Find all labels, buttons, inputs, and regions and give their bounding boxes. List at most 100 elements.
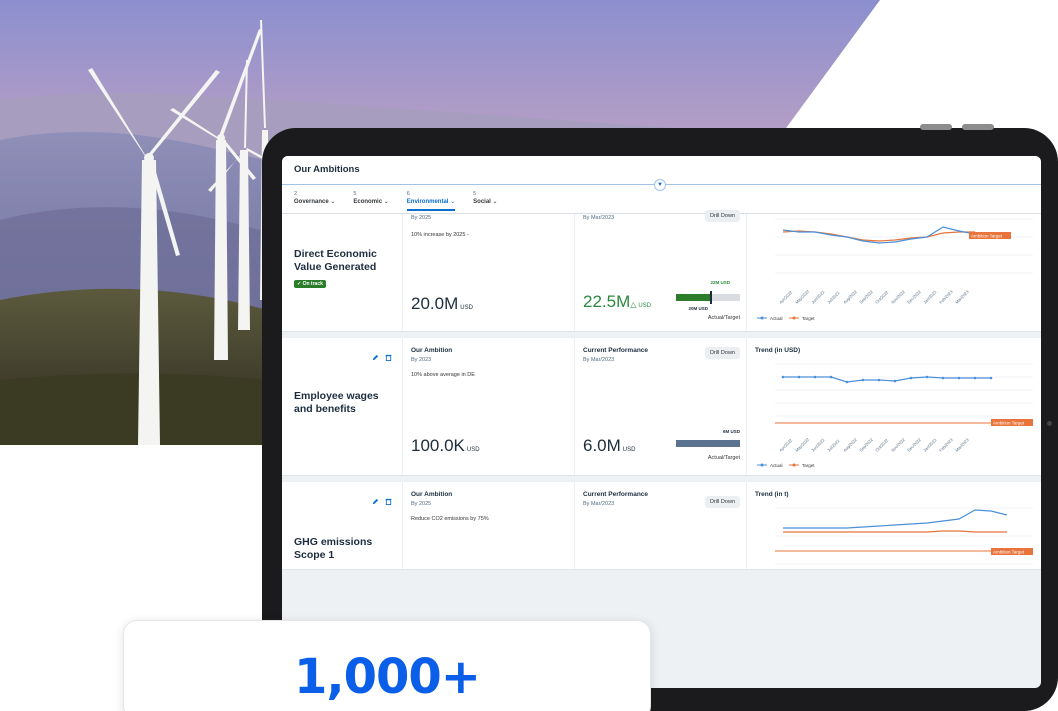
status-label: On track — [302, 281, 323, 287]
svg-text:Oct/2022: Oct/2022 — [874, 437, 890, 453]
tab-count: 5 — [353, 191, 357, 197]
delete-icon[interactable] — [385, 348, 392, 361]
svg-text:Apr/2022: Apr/2022 — [778, 289, 794, 305]
svg-text:Dec/2022: Dec/2022 — [906, 289, 922, 305]
current-number: 22.5M — [583, 292, 631, 311]
bar-actual-label: 22M USD — [710, 280, 730, 285]
trend-chart: Ambition Target Apr/2022 May/2022 Jun/20… — [757, 218, 1033, 321]
svg-text:Sep/2022: Sep/2022 — [858, 289, 874, 305]
app-screen: Our Ambitions ▼ 2 Governance ⌄ 5 Economi… — [282, 156, 1041, 688]
ambition-deadline: By 2025 — [411, 501, 432, 507]
ambition-target-label: Ambition Target — [993, 421, 1025, 426]
bar-footer: Actual/Target — [707, 315, 740, 321]
progress-bar — [676, 440, 740, 447]
svg-text:Jan/2023: Jan/2023 — [922, 289, 938, 305]
chevron-down-icon: ⌄ — [492, 199, 498, 205]
svg-text:May/2022: May/2022 — [794, 436, 811, 453]
kpi-name-column: Direct Economic Value Generated ✓ On tra… — [282, 214, 402, 331]
bar-target-label: 20M USD — [688, 306, 708, 311]
svg-text:Mar/2023: Mar/2023 — [954, 437, 970, 453]
ambition-deadline: By 2025 — [411, 215, 432, 221]
ambition-target-label: Ambition Target — [971, 234, 1003, 239]
legend-target: Target — [802, 463, 815, 468]
ambition-column: By 2025 10% increase by 2025 - 20.0M USD — [402, 214, 574, 331]
y-grid — [775, 218, 1033, 274]
trend-column: Trend (in t) Ambition Target — [746, 482, 1041, 569]
edit-icon[interactable] — [372, 348, 379, 361]
edit-icon[interactable] — [372, 492, 379, 505]
svg-text:Nov/2022: Nov/2022 — [890, 437, 906, 453]
svg-text:May/2022: May/2022 — [794, 288, 811, 305]
current-number: 6.0M — [583, 436, 621, 455]
svg-text:Oct/2022: Oct/2022 — [874, 289, 890, 305]
current-performance-column: Current Performance By Mar/2023 Drill Do… — [574, 338, 746, 475]
tab-label: Environmental — [406, 199, 449, 205]
svg-text:Mar/2023: Mar/2023 — [954, 289, 970, 305]
tab-social[interactable]: 5 Social ⌄ — [473, 191, 497, 211]
kpi-name-column: GHG emissions Scope 1 — [282, 482, 402, 569]
drill-down-button[interactable]: Drill Down — [704, 496, 740, 508]
ambition-column: Our Ambition By 2025 Reduce CO2 emission… — [402, 482, 574, 569]
ambition-number: 20.0M — [411, 294, 459, 313]
app-header: Our Ambitions ▼ 2 Governance ⌄ 5 Economi… — [282, 156, 1041, 214]
target-series-line — [783, 530, 1007, 533]
current-value: 22.5M△ USD — [583, 292, 651, 312]
category-tabs: 2 Governance ⌄ 5 Economic ⌄ 6 Environmen… — [294, 191, 498, 211]
kpi-card-employee-wages: Employee wages and benefits Our Ambition… — [282, 338, 1041, 476]
tab-label: Economic — [353, 199, 383, 205]
svg-text:Feb/2023: Feb/2023 — [938, 437, 954, 453]
ambition-description: 10% above average in DE — [411, 372, 475, 378]
current-unit: USD — [622, 447, 636, 453]
current-performance-column: Current Performance By Mar/2023 Drill Do… — [574, 482, 746, 569]
svg-text:Feb/2023: Feb/2023 — [938, 289, 954, 305]
trend-chart: Ambition Target — [775, 507, 1033, 565]
tab-label: Governance — [294, 199, 329, 205]
current-deadline: By Mar/2023 — [583, 357, 615, 363]
legend-target: Target — [802, 316, 815, 321]
tab-count: 5 — [473, 191, 477, 197]
y-grid — [775, 507, 1033, 565]
ambition-number: 100.0K — [411, 436, 465, 455]
page-title: Our Ambitions — [294, 164, 360, 175]
svg-text:Nov/2022: Nov/2022 — [890, 289, 906, 305]
bar-footer: Actual/Target — [707, 455, 740, 461]
current-deadline: By Mar/2023 — [583, 215, 615, 221]
ambition-value: 100.0K USD — [411, 436, 480, 456]
svg-text:Jun/2022: Jun/2022 — [810, 289, 826, 305]
current-title: Current Performance — [583, 491, 649, 498]
delete-icon[interactable] — [385, 492, 392, 505]
svg-text:Jul/2022: Jul/2022 — [826, 290, 841, 305]
drill-down-button[interactable]: Drill Down — [704, 210, 740, 222]
ambition-column: Our Ambition By 2023 10% above average i… — [402, 338, 574, 475]
collapse-header-button[interactable]: ▼ — [654, 179, 666, 191]
ambition-title: Our Ambition — [411, 491, 453, 498]
svg-text:Aug/2022: Aug/2022 — [842, 437, 858, 453]
stat-card: 1,000+ — [123, 620, 651, 711]
stat-number: 1,000+ — [293, 649, 481, 705]
svg-text:Jul/2022: Jul/2022 — [826, 438, 841, 453]
target-marker — [710, 291, 712, 304]
legend-actual: Actual — [770, 463, 783, 468]
ambition-unit: USD — [460, 305, 473, 311]
y-grid — [775, 363, 1033, 417]
ambition-value: 20.0M USD — [411, 294, 473, 314]
kpi-card-direct-economic-value: Direct Economic Value Generated ✓ On tra… — [282, 210, 1041, 332]
ambition-target-label: Ambition Target — [993, 550, 1025, 555]
kpi-name-column: Employee wages and benefits — [282, 338, 402, 475]
ambition-description: Reduce CO2 emissions by 75% — [411, 516, 489, 522]
current-value: 6.0M USD — [583, 436, 635, 456]
kpi-name: GHG emissions Scope 1 — [294, 536, 373, 561]
tab-economic[interactable]: 5 Economic ⌄ — [353, 191, 388, 211]
current-title: Current Performance — [583, 347, 649, 354]
tab-environmental[interactable]: 6 Environmental ⌄ — [406, 191, 456, 211]
chevron-down-icon: ▼ — [657, 182, 663, 188]
tab-governance[interactable]: 2 Governance ⌄ — [294, 191, 335, 211]
drill-down-button[interactable]: Drill Down — [704, 347, 740, 359]
current-deadline: By Mar/2023 — [583, 501, 615, 507]
card-actions — [372, 492, 392, 505]
tab-label: Social — [473, 199, 491, 205]
progress-bar-fill — [676, 440, 740, 447]
ambition-description: 10% increase by 2025 - — [411, 232, 469, 238]
trend-chart: Ambition Target Apr/2022 May/2022 Jun/20… — [757, 363, 1033, 468]
bar-actual-label: 6M USD — [722, 429, 740, 434]
